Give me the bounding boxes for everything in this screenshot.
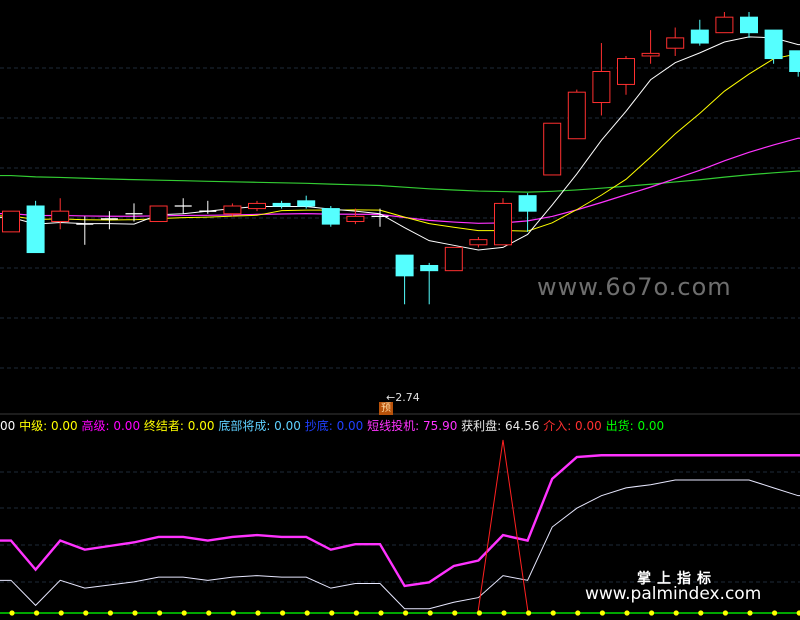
candle-body [543,122,562,176]
indicator-values-bar: 00 中级: 0.00 高级: 0.00 终结者: 0.00 底部将成: 0.0… [0,416,800,436]
signal-badge: 预 [379,402,393,415]
signal-dot [83,610,89,616]
signal-dot [353,610,359,616]
candle-body [223,205,242,215]
indicator-value: 底部将成: 0.00 [214,419,301,433]
indicator-value: 00 [0,419,16,433]
signal-dot [747,610,753,616]
indicator-value: 抄底: 0.00 [300,419,364,433]
signal-dot [427,610,433,616]
indicator-value: 短线投机: 75.90 [363,419,458,433]
signal-dot [722,610,729,616]
entry-signal-spike [477,439,529,613]
indicator-value: 获利盘: 64.56 [457,419,540,433]
candle-body [789,50,800,72]
signal-dot [501,610,507,616]
signal-dot [9,610,15,616]
candle-body [715,16,734,34]
candle-body [346,215,365,223]
signal-dot [329,610,335,616]
signal-dot [132,610,138,616]
candle-body [764,29,783,60]
ma-magenta-line [0,137,800,224]
grid-lines [0,67,800,583]
candle-body [666,37,685,49]
indicator-value: 终结者: 0.00 [140,419,215,433]
candle-body [444,246,463,272]
ma-green-line [0,170,800,193]
signal-dot [403,610,409,616]
candle-body [469,239,488,246]
signal-dot [230,610,236,616]
candle-body [690,29,709,44]
candle-body [592,70,611,104]
indicator-value: 介入: 0.00 [539,419,602,433]
candle-body [518,195,537,212]
brand-watermark-url: www.palmindex.com [585,584,762,604]
signal-dot [181,610,187,616]
signal-dot [624,610,630,616]
candle-body [26,205,45,254]
site-watermark: www.6o7o.com [537,273,732,301]
speculation-line [0,454,800,588]
signal-dot [649,610,655,616]
signal-dot [58,610,64,616]
candle-body [149,205,168,223]
candle-body [740,16,758,34]
candle-body [617,58,635,85]
candle-body [567,91,586,140]
indicator-value: 高级: 0.00 [77,419,141,433]
signal-dot [476,610,482,616]
signal-dot [157,610,163,616]
candle-body [321,208,340,225]
candle-body [272,202,291,207]
signal-dot [34,610,40,616]
signal-dot [772,610,778,616]
signal-dot [599,610,606,616]
chart-canvas [0,12,800,616]
signal-dot [378,610,384,616]
signal-dot [796,610,800,616]
candle-body [2,210,20,233]
indicator-value: 中级: 0.00 [15,419,78,433]
candle-body [494,202,512,246]
candle-body [641,52,660,57]
low-price-value: 2.74 [395,391,420,404]
signal-dot [673,610,679,616]
signal-dot [206,610,212,616]
signal-dot [550,610,556,616]
signal-dot [452,610,458,616]
candle-body [297,200,316,207]
candle-body [395,254,414,277]
signal-dot [526,610,532,616]
signal-dot [107,610,113,616]
candle-body [420,264,439,272]
signal-dot [304,610,310,616]
signal-dot [280,610,286,616]
ma-yellow-line [0,53,800,232]
signal-dot [698,610,704,616]
indicator-value: 出货: 0.00 [601,419,665,433]
candle-body [248,202,266,210]
candlesticks [2,12,800,305]
signal-dot [255,610,261,616]
candle-body [51,210,70,223]
signal-dot [575,610,581,616]
